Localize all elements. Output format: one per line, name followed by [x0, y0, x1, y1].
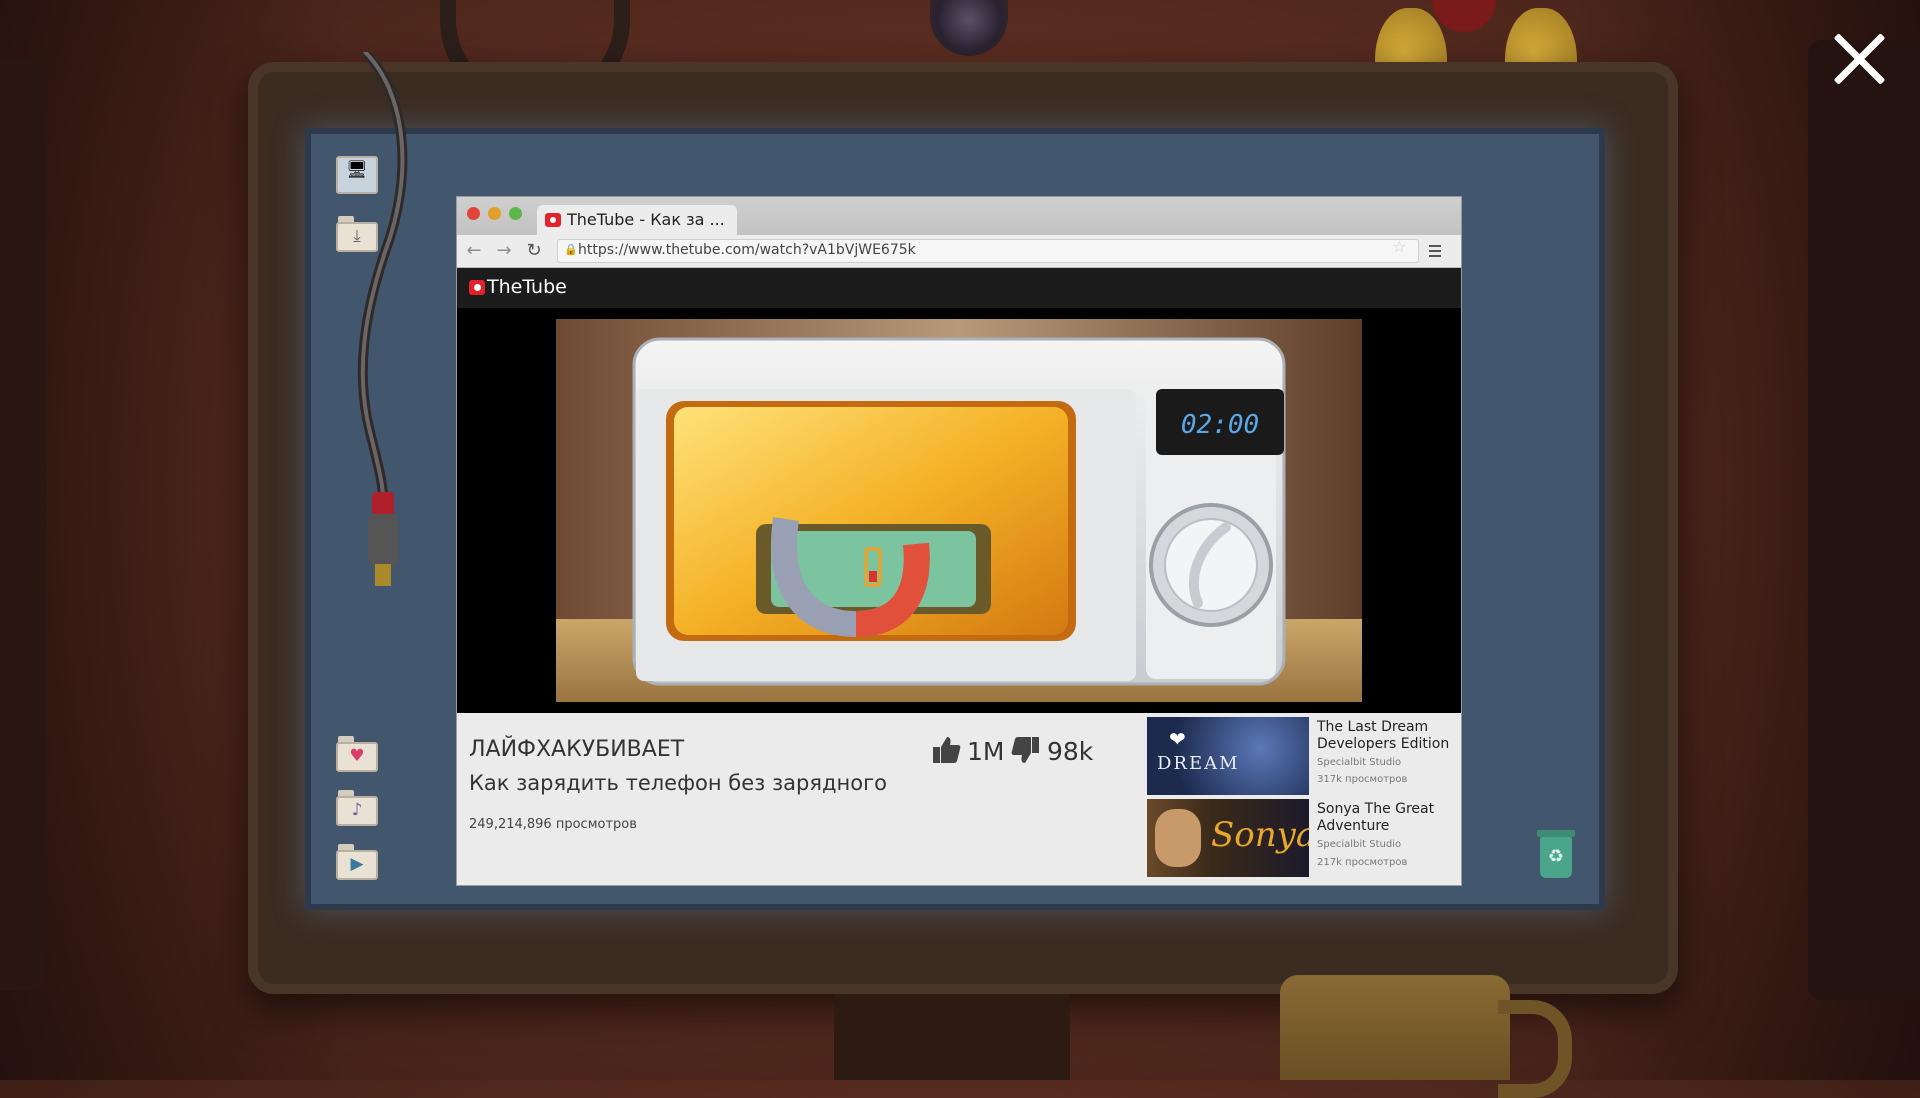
computer-icon[interactable]: 🖥 [336, 156, 380, 194]
url-field[interactable]: 🔒 https://www.thetube.com/watch?vA1bVjWE… [557, 239, 1419, 263]
folder-body: ♪ [336, 796, 378, 826]
channel-name[interactable]: ЛАЙФХАКУБИВАЕТ [469, 737, 684, 762]
tab-thetube[interactable]: TheTube - Как за ... [537, 205, 737, 235]
bookmark-star-icon[interactable]: ☆ [1392, 237, 1406, 256]
left-speaker [0, 60, 46, 990]
recommendation-views: 217k просмотров [1317, 857, 1408, 868]
site-header: TheTube [457, 268, 1461, 308]
thumbnail-text: DREAM [1157, 753, 1240, 774]
music-folder-icon[interactable]: ♪ [336, 790, 380, 828]
video-title: Как зарядить телефон без зарядного [469, 771, 887, 795]
right-speaker [1808, 40, 1920, 1000]
browser-window: TheTube - Как за ... ← → ↻ 🔒 https://www… [456, 196, 1462, 886]
video-folder-icon[interactable]: ▶ [336, 844, 380, 882]
url-text: https://www.thetube.com/watch?vA1bVjWE67… [578, 242, 916, 258]
view-count: 249,214,896 просмотров [469, 817, 637, 832]
coffee-mug [1280, 975, 1510, 1080]
recommendation-title: Sonya The Great Adventure [1317, 801, 1435, 834]
downloads-folder-icon[interactable]: ⤓ [336, 216, 380, 254]
video-player: 02:00 [457, 308, 1461, 713]
thetube-favicon-icon [545, 213, 561, 227]
usb-cable[interactable] [355, 52, 415, 612]
character-portrait [1155, 809, 1201, 867]
folder-body: ▶ [336, 850, 378, 880]
favorites-folder-icon[interactable]: ♥ [336, 736, 380, 774]
recycle-bin-icon[interactable]: ♻ [1537, 830, 1575, 878]
browser-menu-icon[interactable] [1425, 240, 1447, 262]
window-maximize-button[interactable] [509, 207, 522, 220]
recommendation-thumbnail: DREAM ❤ [1147, 717, 1309, 795]
lock-icon: 🔒 [564, 243, 578, 256]
computer-glyph: 🖥 [336, 156, 378, 194]
like-button[interactable]: 1M [931, 735, 1021, 766]
video-info-panel: ЛАЙФХАКУБИВАЕТ Как зарядить телефон без … [457, 713, 1461, 885]
recommendation-studio: Specialbit Studio [1317, 839, 1402, 850]
window-close-button[interactable] [467, 207, 480, 220]
tab-title: TheTube - Как за ... [567, 210, 725, 229]
recommendation-thumbnail: Sonya [1147, 799, 1309, 877]
forward-button[interactable]: → [493, 240, 515, 262]
dislike-count: 98k [1047, 737, 1094, 766]
like-count: 1M [967, 737, 1005, 766]
back-button[interactable]: ← [463, 240, 485, 262]
recommendation-views: 317k просмотров [1317, 774, 1408, 785]
video-still-microwave: 02:00 [556, 319, 1362, 702]
thumbs-up-icon [933, 737, 961, 763]
video-frame[interactable]: 02:00 [556, 319, 1362, 702]
thumbnail-text: Sonya [1211, 815, 1309, 855]
reload-button[interactable]: ↻ [523, 240, 545, 262]
recommendation-item[interactable]: DREAM ❤ The Last Dream Developers Editio… [1147, 717, 1457, 797]
monitor-stand [834, 994, 1070, 1080]
folder-body: ⤓ [336, 222, 378, 252]
thetube-logo-icon[interactable] [469, 280, 485, 295]
mug-handle [1498, 1000, 1572, 1098]
window-minimize-button[interactable] [488, 207, 501, 220]
address-bar: ← → ↻ 🔒 https://www.thetube.com/watch?vA… [457, 235, 1461, 268]
thumbs-down-icon [1011, 737, 1039, 763]
site-name[interactable]: TheTube [487, 276, 567, 298]
heart-icon: ❤ [1169, 727, 1186, 751]
browser-tabbar: TheTube - Как за ... [457, 197, 1461, 235]
close-button[interactable] [1826, 26, 1892, 92]
microwave-display-text: 02:00 [1181, 410, 1259, 440]
folder-body: ♥ [336, 742, 378, 772]
recommendation-title: The Last Dream Developers Edition [1317, 719, 1450, 752]
recommendation-item[interactable]: Sonya Sonya The Great Adventure Specialb… [1147, 799, 1457, 879]
recommendation-studio: Specialbit Studio [1317, 757, 1402, 768]
dislike-button[interactable]: 98k [1011, 735, 1111, 766]
